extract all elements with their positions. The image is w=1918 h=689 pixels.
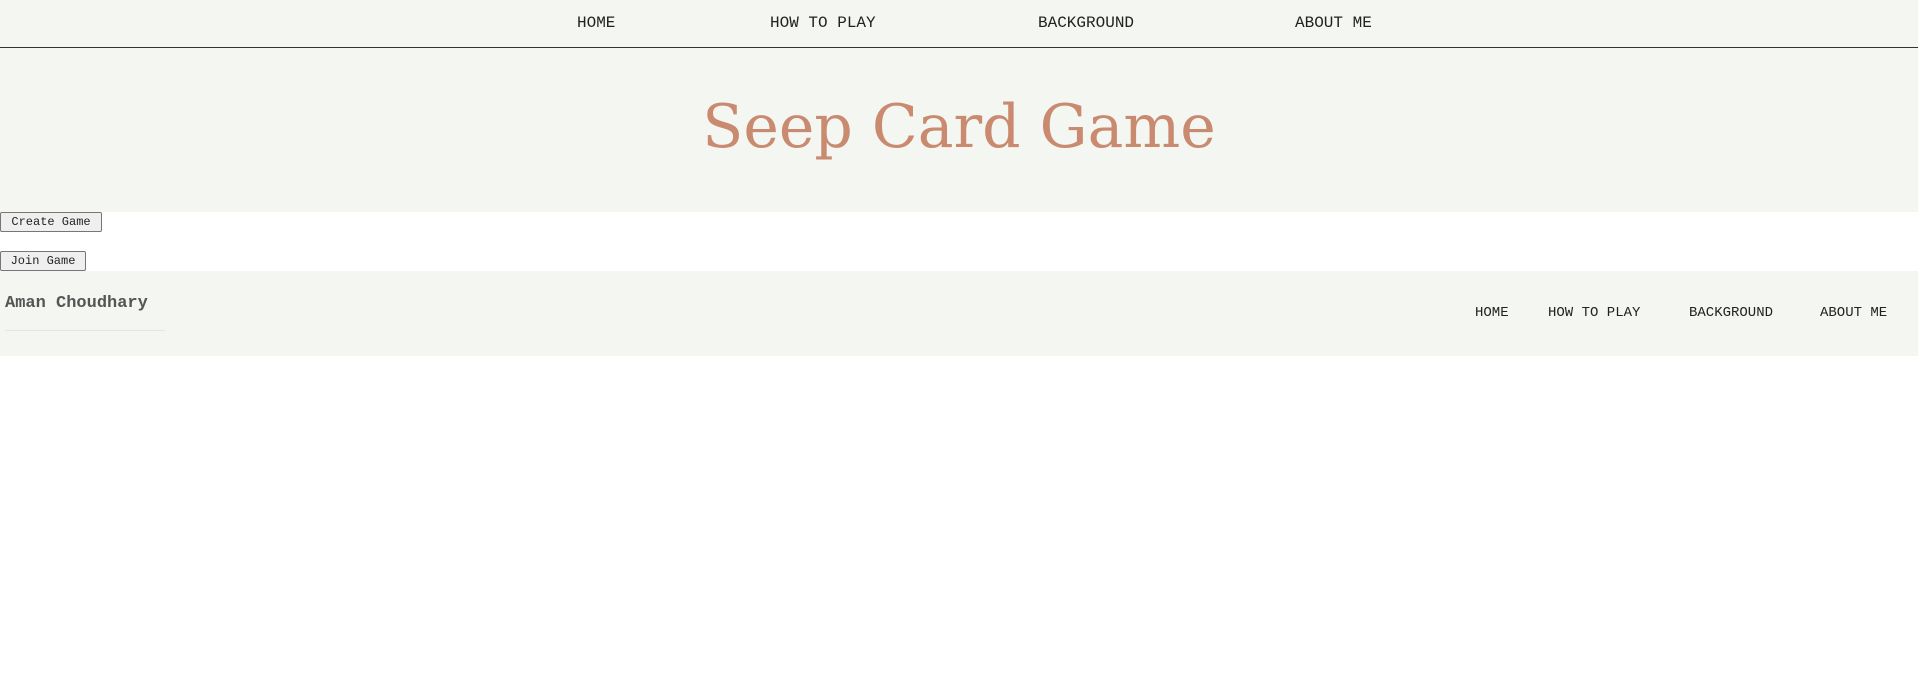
footer-link-home[interactable]: HOME	[1475, 305, 1509, 321]
hero-banner: Seep Card Game	[0, 48, 1918, 212]
join-game-button[interactable]: Join Game	[0, 251, 86, 271]
footer-link-how-to-play[interactable]: HOW TO PLAY	[1548, 305, 1640, 321]
nav-link-background[interactable]: BACKGROUND	[1038, 14, 1134, 32]
nav-link-how-to-play[interactable]: HOW TO PLAY	[770, 14, 876, 32]
nav-link-home[interactable]: HOME	[577, 14, 615, 32]
create-game-button[interactable]: Create Game	[0, 212, 102, 232]
top-navigation: HOME HOW TO PLAY BACKGROUND ABOUT ME	[0, 0, 1918, 48]
footer-divider	[5, 330, 165, 331]
footer-link-about-me[interactable]: ABOUT ME	[1820, 305, 1887, 321]
footer: Aman Choudhary HOME HOW TO PLAY BACKGROU…	[0, 271, 1918, 356]
footer-link-background[interactable]: BACKGROUND	[1689, 305, 1773, 321]
nav-link-about-me[interactable]: ABOUT ME	[1295, 14, 1372, 32]
page-title: Seep Card Game	[702, 92, 1216, 162]
footer-author-name: Aman Choudhary	[5, 294, 148, 313]
